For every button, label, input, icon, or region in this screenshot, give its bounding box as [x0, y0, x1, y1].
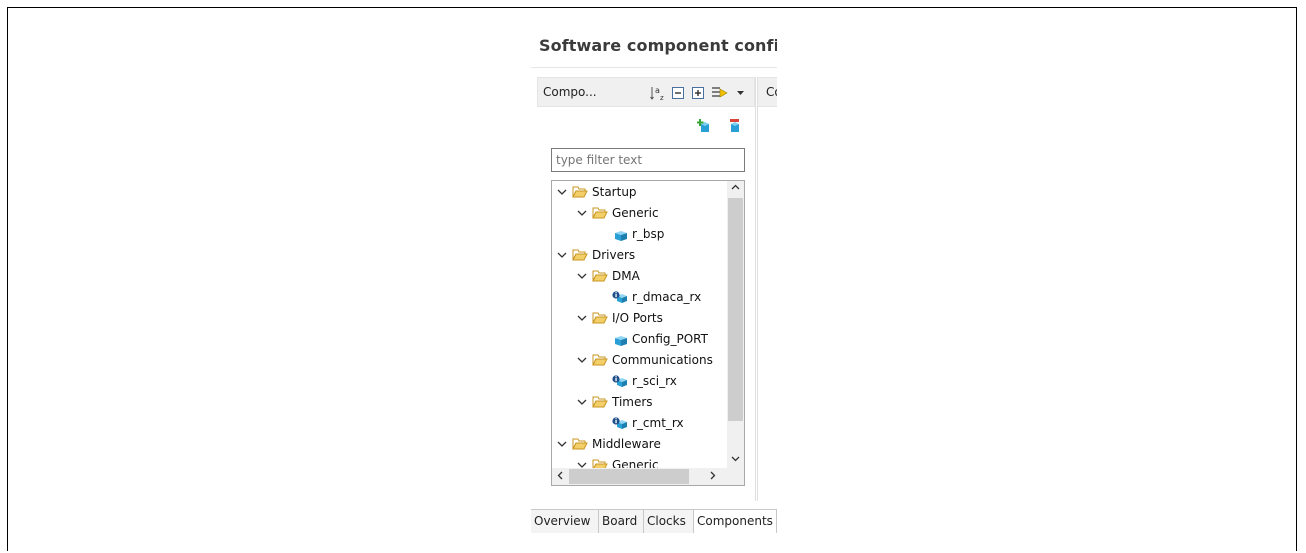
tree-label: Communications — [612, 353, 713, 367]
folder-open-icon — [592, 312, 608, 324]
configure-view-header: Co — [758, 77, 777, 107]
tree-item-middleware[interactable]: Middleware — [556, 434, 661, 454]
component-info-icon — [612, 375, 627, 387]
tree-label: r_cmt_rx — [632, 416, 684, 430]
title-divider — [531, 67, 777, 68]
folder-open-icon — [592, 396, 608, 408]
tree-item-config-port[interactable]: Config_PORT — [612, 329, 708, 349]
scroll-left-icon[interactable] — [556, 471, 565, 484]
add-component-icon[interactable] — [696, 118, 713, 134]
tab-clocks[interactable]: Clocks — [644, 510, 694, 533]
tab-board[interactable]: Board — [599, 510, 644, 533]
component-icon — [615, 336, 627, 346]
chevron-down-icon[interactable] — [576, 312, 588, 324]
chevron-down-icon[interactable] — [576, 396, 588, 408]
tree-item-timers[interactable]: Timers — [576, 392, 653, 412]
tree-item-drivers[interactable]: Drivers — [556, 245, 635, 265]
view-menu-dropdown-icon[interactable] — [736, 85, 746, 101]
chevron-down-icon[interactable] — [576, 270, 588, 282]
configure-view: Co — [757, 77, 777, 501]
collapse-all-icon[interactable] — [671, 85, 687, 101]
chevron-down-icon[interactable] — [556, 249, 568, 261]
components-view-header: Compo... a z — [537, 77, 755, 107]
tree-item-generic[interactable]: Generic — [576, 203, 659, 223]
components-view: Compo... a z type filter text Startup Ge… — [537, 77, 756, 501]
folder-open-icon — [592, 270, 608, 282]
tree-label: Timers — [612, 395, 653, 409]
tab-overview[interactable]: Overview — [531, 510, 599, 533]
tree-item-io-ports[interactable]: I/O Ports — [576, 308, 663, 328]
panel-title: Software component confi — [539, 36, 777, 55]
tree-label: Generic — [612, 206, 659, 220]
folder-open-icon — [572, 186, 588, 198]
component-tree: Startup Generic r_bsp Drivers DMA r_dmac… — [551, 180, 745, 486]
configure-view-title[interactable]: Co — [766, 85, 777, 99]
tree-label: Startup — [592, 185, 637, 199]
folder-open-icon — [572, 249, 588, 261]
editor-tabs: Overview Board Clocks Components — [531, 509, 777, 533]
chevron-down-icon[interactable] — [576, 354, 588, 366]
folder-open-icon — [592, 207, 608, 219]
tree-item-r-cmt-rx[interactable]: r_cmt_rx — [612, 413, 684, 433]
chevron-down-icon[interactable] — [556, 186, 568, 198]
tree-label: Config_PORT — [632, 332, 708, 346]
tree-item-dma[interactable]: DMA — [576, 266, 640, 286]
horizontal-scroll-thumb[interactable] — [569, 469, 689, 484]
tree-label: Drivers — [592, 248, 636, 262]
sort-az-icon[interactable]: a z — [650, 85, 666, 102]
folder-open-icon — [572, 438, 588, 450]
tree-item-r-bsp[interactable]: r_bsp — [612, 224, 664, 244]
tree-label: r_bsp — [632, 227, 665, 241]
scroll-up-icon[interactable] — [731, 183, 740, 196]
vertical-scrollbar[interactable] — [727, 181, 744, 468]
scroll-down-icon[interactable] — [731, 454, 740, 467]
tree-label: r_dmaca_rx — [632, 290, 702, 304]
vertical-scroll-thumb[interactable] — [728, 198, 743, 421]
component-info-icon — [612, 291, 627, 303]
tree-label: Middleware — [592, 437, 661, 451]
tree-label: I/O Ports — [612, 311, 663, 325]
horizontal-scrollbar[interactable] — [552, 468, 744, 485]
tree-item-communications[interactable]: Communications — [576, 350, 713, 370]
component-icon — [615, 231, 627, 241]
components-view-title[interactable]: Compo... — [543, 85, 597, 99]
tree-item-startup[interactable]: Startup — [556, 182, 637, 202]
tree-label: r_sci_rx — [632, 374, 677, 388]
tree-item-r-sci-rx[interactable]: r_sci_rx — [612, 371, 677, 391]
component-info-icon — [612, 417, 627, 429]
view-mode-icon[interactable] — [711, 85, 728, 101]
software-component-panel: Software component confi Compo... a z ty… — [531, 32, 777, 533]
tree-item-r-dmaca-rx[interactable]: r_dmaca_rx — [612, 287, 701, 307]
tab-components[interactable]: Components — [694, 510, 777, 533]
filter-input[interactable] — [551, 148, 745, 172]
scroll-right-icon[interactable] — [708, 471, 717, 484]
tree-label: DMA — [612, 269, 640, 283]
chevron-down-icon[interactable] — [576, 207, 588, 219]
chevron-down-icon[interactable] — [556, 438, 568, 450]
remove-component-icon[interactable] — [727, 118, 743, 134]
expand-all-icon[interactable] — [691, 85, 707, 101]
folder-open-icon — [592, 354, 608, 366]
svg-text:z: z — [660, 94, 664, 101]
